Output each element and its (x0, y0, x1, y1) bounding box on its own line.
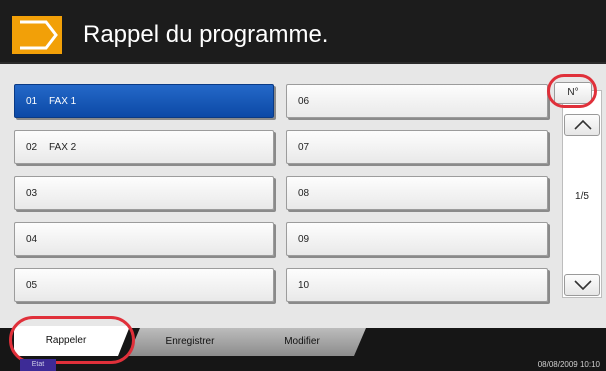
highlight-ring-rappeler (9, 316, 135, 364)
program-number: 04 (26, 234, 38, 245)
program-button-02[interactable]: 02 FAX 2 (14, 130, 274, 164)
program-button-10[interactable]: 10 (286, 268, 548, 302)
tab-label: Modifier (284, 336, 320, 347)
program-button-08[interactable]: 08 (286, 176, 548, 210)
tab-modifier[interactable]: Modifier (238, 328, 366, 356)
program-number: 07 (298, 142, 310, 153)
program-button-09[interactable]: 09 (286, 222, 548, 256)
program-button-01[interactable]: 01 FAX 1 (14, 84, 274, 118)
program-number: 10 (298, 280, 310, 291)
tab-label: Enregistrer (165, 336, 215, 347)
program-number: 02 (26, 142, 38, 153)
page-title: Rappel du programme. (83, 21, 329, 48)
program-number: 06 (298, 96, 310, 107)
program-number: 09 (298, 234, 310, 245)
program-arrow-icon (20, 20, 58, 50)
header-bar: Rappel du programme. (0, 0, 606, 64)
page-down-button[interactable] (564, 274, 600, 296)
program-number: 08 (298, 188, 310, 199)
program-number: 05 (26, 280, 38, 291)
program-name: FAX 1 (49, 96, 77, 107)
program-name: FAX 2 (49, 142, 77, 153)
page-indicator: 1/5 (575, 191, 589, 202)
program-number: 03 (26, 188, 38, 199)
program-button-04[interactable]: 04 (14, 222, 274, 256)
program-recall-screen: Rappel du programme. 01 FAX 1 02 FAX 2 0… (0, 0, 606, 371)
chevron-up-icon (574, 119, 592, 130)
chevron-down-icon (574, 280, 592, 291)
program-button-07[interactable]: 07 (286, 130, 548, 164)
highlight-ring-number (547, 74, 597, 108)
program-button-05[interactable]: 05 (14, 268, 274, 302)
tab-enregistrer[interactable]: Enregistrer (128, 328, 252, 356)
program-number: 01 (26, 96, 38, 107)
page-up-button[interactable] (564, 114, 600, 136)
date-time: 08/08/2009 10:10 (537, 360, 600, 369)
program-button-06[interactable]: 06 (286, 84, 548, 118)
program-icon (12, 16, 62, 54)
program-button-03[interactable]: 03 (14, 176, 274, 210)
status-button[interactable]: Etat (20, 359, 56, 371)
